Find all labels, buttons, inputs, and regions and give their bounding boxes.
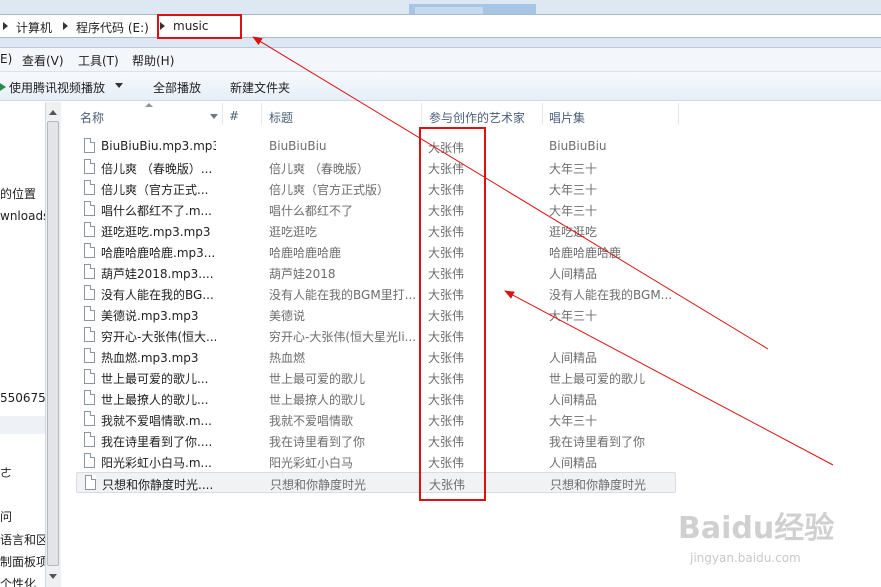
- watermark-logo: Baidu经验: [678, 511, 835, 546]
- annotation-arrows: [252, 36, 834, 466]
- arrow-to-folder: [252, 36, 769, 350]
- watermark-url: jingyan.baidu.com: [690, 551, 801, 565]
- arrow-to-artist-column: [504, 290, 834, 466]
